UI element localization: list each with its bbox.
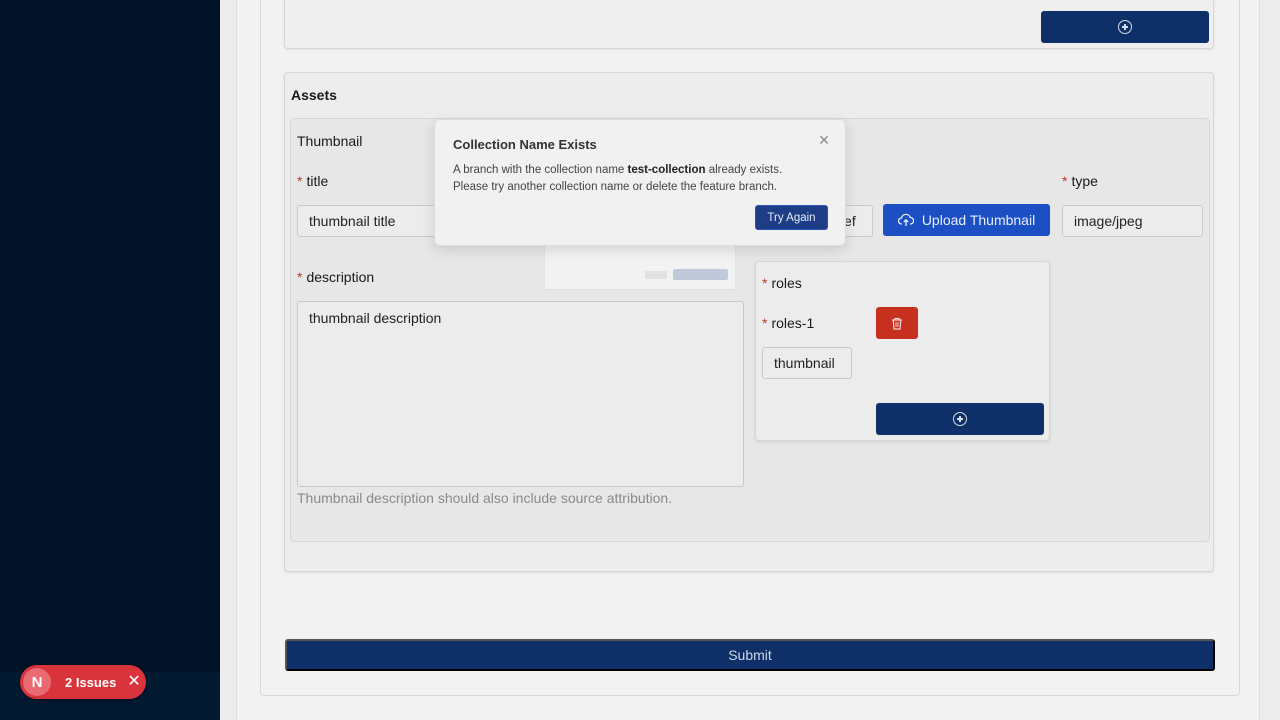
trash-icon [892, 317, 902, 330]
type-input[interactable]: image/jpeg [1062, 205, 1203, 237]
modal-title: Collection Name Exists [453, 137, 597, 152]
close-icon[interactable]: ✕ [127, 674, 140, 690]
collection-exists-modal: Collection Name Exists × A branch with t… [434, 119, 846, 246]
n-logo-icon: N [23, 668, 51, 696]
plus-circle-icon [1118, 20, 1132, 34]
description-help-text: Thumbnail description should also includ… [297, 490, 673, 506]
roles-label: * roles [762, 275, 802, 291]
thumbnail-heading: Thumbnail [297, 133, 363, 149]
roles-item-input[interactable]: thumbnail [762, 347, 852, 379]
add-role-button[interactable] [876, 403, 1044, 435]
description-textarea[interactable]: thumbnail description [297, 301, 744, 487]
assets-heading: Assets [291, 87, 337, 103]
upload-thumbnail-button[interactable]: Upload Thumbnail [883, 204, 1050, 236]
issues-count: 2 Issues [65, 674, 117, 690]
modal-message: A branch with the collection name test-c… [453, 164, 783, 193]
type-label: * type [1062, 173, 1098, 189]
title-label: * title [297, 173, 329, 189]
delete-role-button[interactable] [876, 307, 918, 339]
cloud-upload-icon [897, 213, 914, 226]
try-again-button[interactable]: Try Again [755, 205, 828, 230]
collection-name: test-collection [627, 164, 706, 176]
upload-thumbnail-label: Upload Thumbnail [921, 212, 1036, 228]
sidebar [0, 0, 220, 720]
plus-circle-icon [953, 412, 967, 426]
main-content: Assets Thumbnail * title thumbnail title … [220, 0, 1280, 720]
issues-badge[interactable]: N 2 Issues ✕ [20, 665, 146, 699]
roles-item-label: * roles-1 [762, 315, 815, 331]
add-item-button[interactable] [1041, 11, 1209, 43]
submit-button[interactable]: Submit [285, 639, 1215, 671]
description-label: * description [297, 269, 375, 285]
close-icon[interactable]: × [817, 131, 831, 149]
